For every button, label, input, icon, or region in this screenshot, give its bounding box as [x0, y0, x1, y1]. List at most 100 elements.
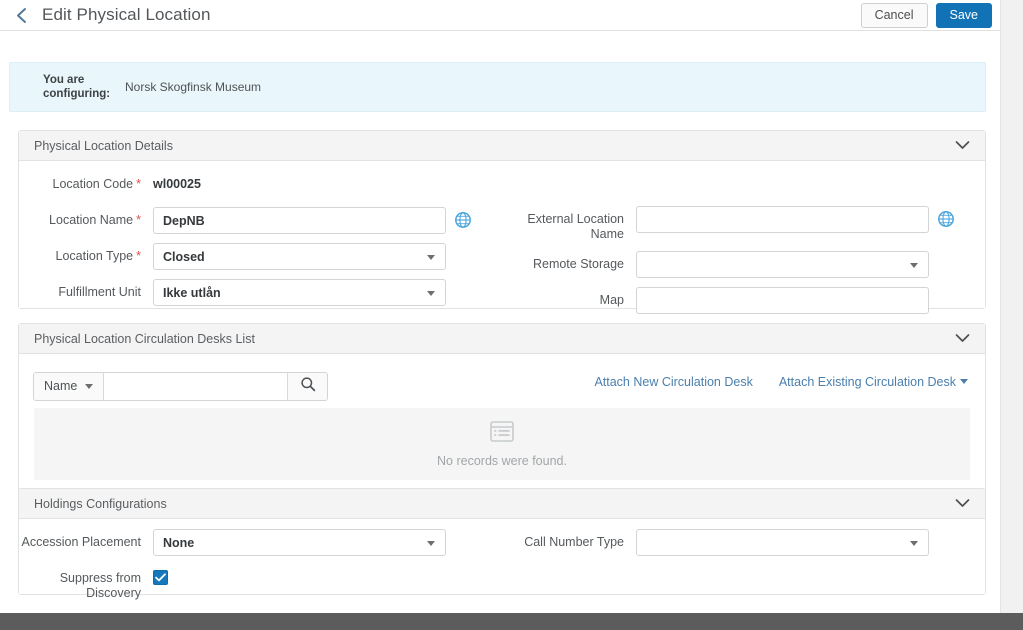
- circ-desks-panel-title: Physical Location Circulation Desks List: [34, 331, 255, 346]
- caret-down-icon: [427, 290, 435, 296]
- holdings-panel-collapse-toggle[interactable]: [949, 493, 975, 515]
- circ-desks-toolbar: Name Attach New Circulation Desk Attach …: [19, 354, 985, 404]
- field-external-location-name: External Location Name: [502, 206, 985, 242]
- map-input[interactable]: [636, 287, 929, 314]
- page-scrollbar[interactable]: [1000, 0, 1023, 613]
- list-records-icon: [490, 420, 514, 447]
- external-location-name-input[interactable]: [636, 206, 929, 233]
- chevron-down-icon: [955, 137, 970, 155]
- cancel-button[interactable]: Cancel: [860, 2, 928, 28]
- location-name-label: Location Name *: [49, 213, 141, 227]
- accession-placement-select[interactable]: None: [153, 529, 446, 556]
- page-header: Edit Physical Location Cancel Save: [0, 0, 1000, 31]
- call-number-type-select[interactable]: [636, 529, 929, 556]
- external-location-name-control: [636, 206, 954, 233]
- page-title: Edit Physical Location: [42, 5, 211, 24]
- empty-state-text: No records were found.: [437, 453, 567, 468]
- circ-desks-panel-header[interactable]: Physical Location Circulation Desks List: [19, 324, 985, 354]
- holdings-form-grid: Accession Placement None Suppress from D…: [19, 519, 985, 610]
- external-location-name-label: External Location Name: [527, 212, 624, 241]
- attach-new-circulation-desk-link[interactable]: Attach New Circulation Desk: [594, 375, 752, 389]
- app-page: Edit Physical Location Cancel Save You a…: [0, 0, 1023, 630]
- location-type-label: Location Type *: [55, 249, 141, 263]
- circ-desks-panel-body: Name Attach New Circulation Desk Attach …: [19, 354, 985, 480]
- search-scope-dropdown[interactable]: Name: [34, 372, 105, 400]
- attach-existing-circulation-desk-link[interactable]: Attach Existing Circulation Desk: [779, 375, 968, 389]
- holdings-panel-body: Accession Placement None Suppress from D…: [19, 519, 985, 600]
- location-type-select[interactable]: Closed: [153, 243, 446, 270]
- details-panel-header[interactable]: Physical Location Details: [19, 131, 985, 161]
- suppress-from-discovery-control: [153, 565, 168, 585]
- circ-desks-panel-collapse-toggle[interactable]: [949, 328, 975, 350]
- chevron-left-icon: [15, 7, 28, 24]
- content-area: Edit Physical Location Cancel Save You a…: [0, 0, 1000, 613]
- circ-desks-actions: Attach New Circulation Desk Attach Exist…: [594, 375, 968, 389]
- holdings-panel-title: Holdings Configurations: [34, 496, 167, 511]
- search-scope-label: Name: [44, 379, 78, 393]
- field-location-name: Location Name *: [19, 207, 502, 234]
- remote-storage-select[interactable]: [636, 251, 929, 278]
- location-type-control: Closed: [153, 243, 446, 270]
- location-name-control: [153, 207, 471, 234]
- holdings-panel-header[interactable]: Holdings Configurations: [19, 489, 985, 519]
- chevron-down-icon: [955, 330, 970, 348]
- globe-icon[interactable]: [454, 211, 472, 229]
- fulfillment-unit-value: Ikke utlån: [163, 285, 221, 300]
- physical-location-details-panel: Physical Location Details Location Code *: [18, 130, 986, 314]
- checkmark-icon: [155, 569, 166, 587]
- holdings-configurations-panel: Holdings Configurations Accession Placem…: [18, 488, 986, 600]
- call-number-type-label: Call Number Type: [524, 535, 624, 549]
- details-left-column: Location Code* wl00025 Location Name*: [19, 161, 502, 323]
- chevron-down-icon: [955, 495, 970, 513]
- fulfillment-unit-control: Ikke utlån: [153, 279, 446, 306]
- map-control: [636, 287, 929, 314]
- globe-icon[interactable]: [937, 210, 955, 228]
- holdings-left-column: Accession Placement None Suppress from D…: [19, 519, 502, 610]
- back-button[interactable]: [10, 4, 32, 26]
- field-map: Map: [502, 287, 985, 314]
- field-suppress-from-discovery: Suppress from Discovery: [19, 565, 502, 601]
- caret-down-icon: [85, 383, 94, 389]
- search-box: Name: [33, 371, 329, 401]
- configuring-value: Norsk Skogfinsk Museum: [125, 80, 262, 94]
- caret-down-icon: [910, 262, 918, 268]
- search-icon: [300, 376, 316, 397]
- field-location-code: Location Code * wl00025: [19, 171, 502, 198]
- accession-placement-control: None: [153, 529, 446, 556]
- footer-bar: [0, 613, 1023, 630]
- accession-placement-value: None: [163, 535, 195, 550]
- fulfillment-unit-select[interactable]: Ikke utlån: [153, 279, 446, 306]
- details-panel-title: Physical Location Details: [34, 138, 173, 153]
- caret-down-icon: [427, 254, 435, 260]
- configuring-banner: You are configuring: Norsk Skogfinsk Mus…: [9, 62, 986, 112]
- search-input[interactable]: [104, 372, 288, 400]
- remote-storage-control: [636, 251, 929, 278]
- location-name-input[interactable]: [153, 207, 446, 234]
- suppress-from-discovery-label: Suppress from Discovery: [59, 571, 141, 600]
- location-code-value: wl00025: [153, 177, 201, 191]
- save-button[interactable]: Save: [935, 2, 992, 28]
- caret-down-icon: [427, 540, 435, 546]
- field-accession-placement: Accession Placement None: [19, 529, 502, 556]
- field-fulfillment-unit: Fulfillment Unit Ikke utlån: [19, 279, 502, 306]
- required-asterisk: *: [136, 177, 141, 191]
- location-code-value-wrap: wl00025: [153, 171, 201, 191]
- location-type-value: Closed: [163, 249, 205, 264]
- fulfillment-unit-label: Fulfillment Unit: [58, 285, 141, 299]
- search-button[interactable]: [287, 372, 328, 400]
- remote-storage-label: Remote Storage: [532, 257, 624, 271]
- field-remote-storage: Remote Storage: [502, 251, 985, 278]
- field-call-number-type: Call Number Type: [502, 529, 985, 556]
- empty-state: No records were found.: [34, 408, 970, 480]
- details-form-grid: Location Code* wl00025 Location Name*: [19, 161, 985, 323]
- call-number-type-control: [636, 529, 929, 556]
- holdings-right-column: Call Number Type: [502, 519, 985, 610]
- configuring-label: You are configuring:: [43, 74, 111, 100]
- required-asterisk: *: [136, 249, 141, 263]
- details-panel-collapse-toggle[interactable]: [949, 135, 975, 157]
- required-asterisk: *: [136, 213, 141, 227]
- field-location-type: Location Type * Closed: [19, 243, 502, 270]
- details-panel-body: Location Code* wl00025 Location Name*: [19, 161, 985, 314]
- suppress-from-discovery-checkbox[interactable]: [153, 570, 168, 585]
- details-right-column: External Location Name Remote Storage Ma…: [502, 161, 985, 323]
